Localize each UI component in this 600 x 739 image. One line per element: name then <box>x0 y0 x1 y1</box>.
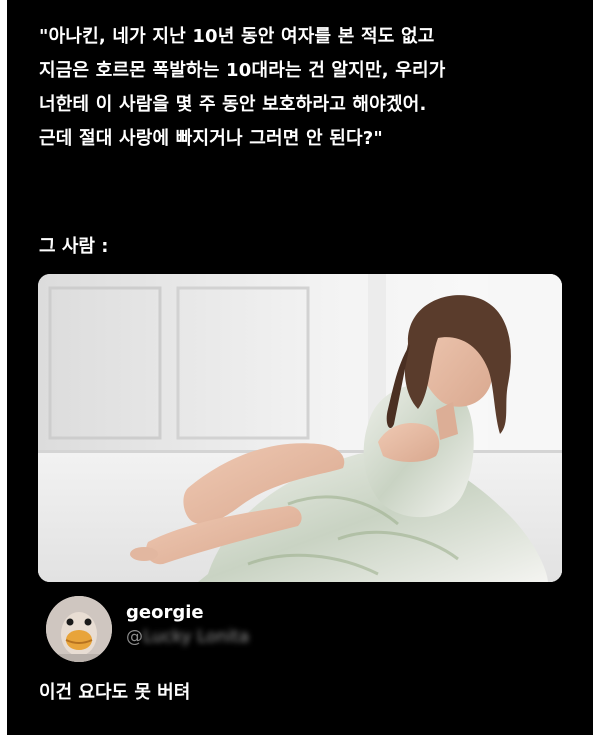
photo-illustration <box>38 274 562 582</box>
post-card: "아나킨, 네가 지난 10년 동안 여자를 본 적도 없고 지금은 호르몬 폭… <box>7 0 593 735</box>
handle-obscured: Lucky Lonita <box>143 627 250 647</box>
quote-line: 너한테 이 사람을 몇 주 동안 보호하라고 해야겠어. <box>39 94 427 115</box>
author-profile[interactable]: georgie @Lucky Lonita <box>46 596 566 666</box>
post-caption: 그 사람 : <box>39 236 109 257</box>
quote-line: 근데 절대 사랑에 빠지거나 그러면 안 된다?" <box>39 128 383 149</box>
handle-prefix: @ <box>126 627 143 647</box>
author-handle[interactable]: @Lucky Lonita <box>126 627 249 647</box>
quote-line: 지금은 호르몬 폭발하는 10대라는 건 알지만, 우리가 <box>39 60 446 81</box>
quote-line: "아나킨, 네가 지난 10년 동안 여자를 본 적도 없고 <box>39 26 435 47</box>
post-quote-text: "아나킨, 네가 지난 10년 동안 여자를 본 적도 없고 지금은 호르몬 폭… <box>39 20 579 156</box>
reply-text: 이건 요다도 못 버텨 <box>39 682 191 703</box>
avatar-image <box>46 596 112 662</box>
duck-avatar-icon[interactable] <box>46 596 112 662</box>
post-photo[interactable] <box>38 274 562 582</box>
author-name[interactable]: georgie <box>126 602 204 623</box>
